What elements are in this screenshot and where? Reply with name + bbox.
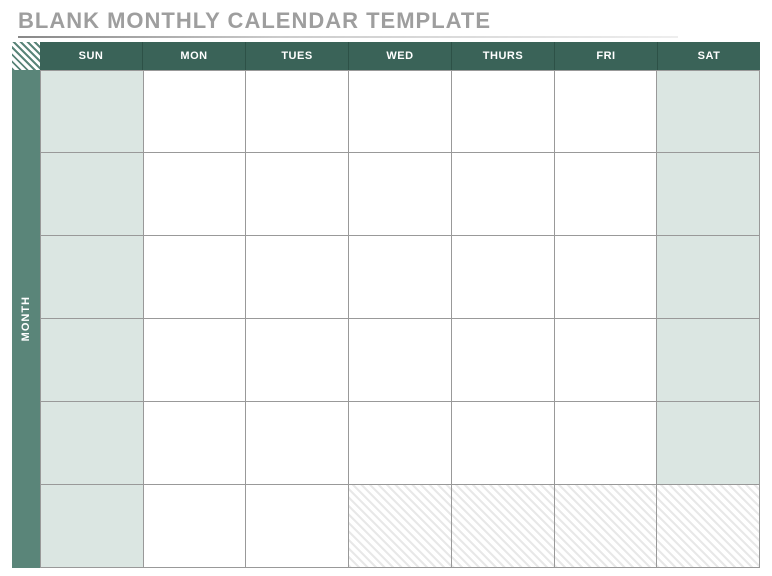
day-cell[interactable] <box>555 70 658 153</box>
day-header-fri: FRI <box>555 42 658 70</box>
day-cell[interactable] <box>40 236 144 319</box>
day-cell[interactable] <box>144 402 247 485</box>
day-cell[interactable] <box>40 153 144 236</box>
day-cell[interactable] <box>40 402 144 485</box>
week-row-3 <box>40 236 760 319</box>
day-cell[interactable] <box>555 402 658 485</box>
corner-hatched-cell <box>12 42 40 70</box>
day-cell[interactable] <box>40 319 144 402</box>
day-header-mon: MON <box>143 42 246 70</box>
day-cell[interactable] <box>555 319 658 402</box>
calendar-container: SUN MON TUES WED THURS FRI SAT MONTH <box>12 42 760 568</box>
day-cell-unused <box>555 485 658 568</box>
day-header-sun: SUN <box>40 42 143 70</box>
day-cell[interactable] <box>452 402 555 485</box>
day-cell[interactable] <box>144 319 247 402</box>
day-cell[interactable] <box>349 402 452 485</box>
day-cell[interactable] <box>657 70 760 153</box>
day-cell[interactable] <box>40 70 144 153</box>
month-sidebar: MONTH <box>12 70 40 568</box>
week-row-1 <box>40 70 760 153</box>
calendar-body: MONTH <box>12 70 760 568</box>
calendar-header-row: SUN MON TUES WED THURS FRI SAT <box>12 42 760 70</box>
day-cell-unused <box>452 485 555 568</box>
week-row-5 <box>40 402 760 485</box>
day-header-thurs: THURS <box>452 42 555 70</box>
day-cell[interactable] <box>555 153 658 236</box>
day-cell[interactable] <box>657 319 760 402</box>
day-cell[interactable] <box>246 485 349 568</box>
day-cell[interactable] <box>246 153 349 236</box>
page-title: BLANK MONTHLY CALENDAR TEMPLATE <box>18 8 760 34</box>
day-cell[interactable] <box>452 70 555 153</box>
day-cell[interactable] <box>657 402 760 485</box>
week-row-2 <box>40 153 760 236</box>
title-underline <box>18 36 678 38</box>
day-cell[interactable] <box>144 153 247 236</box>
week-row-4 <box>40 319 760 402</box>
week-row-6 <box>40 485 760 568</box>
day-cell[interactable] <box>349 319 452 402</box>
day-header-wed: WED <box>349 42 452 70</box>
day-cell[interactable] <box>144 70 247 153</box>
day-header-tues: TUES <box>246 42 349 70</box>
day-cell[interactable] <box>349 153 452 236</box>
day-cell[interactable] <box>144 236 247 319</box>
day-cell[interactable] <box>657 153 760 236</box>
day-cell[interactable] <box>349 70 452 153</box>
day-cell[interactable] <box>246 236 349 319</box>
day-cell[interactable] <box>246 70 349 153</box>
day-cell[interactable] <box>452 319 555 402</box>
day-cell-unused <box>657 485 760 568</box>
day-cell[interactable] <box>452 236 555 319</box>
day-cell[interactable] <box>144 485 247 568</box>
calendar-grid <box>40 70 760 568</box>
day-cell[interactable] <box>40 485 144 568</box>
day-cell[interactable] <box>246 319 349 402</box>
day-header-sat: SAT <box>658 42 760 70</box>
day-cell[interactable] <box>246 402 349 485</box>
day-cell[interactable] <box>349 236 452 319</box>
day-cell[interactable] <box>452 153 555 236</box>
day-cell[interactable] <box>555 236 658 319</box>
month-label: MONTH <box>20 296 32 341</box>
day-cell[interactable] <box>657 236 760 319</box>
day-cell-unused <box>349 485 452 568</box>
